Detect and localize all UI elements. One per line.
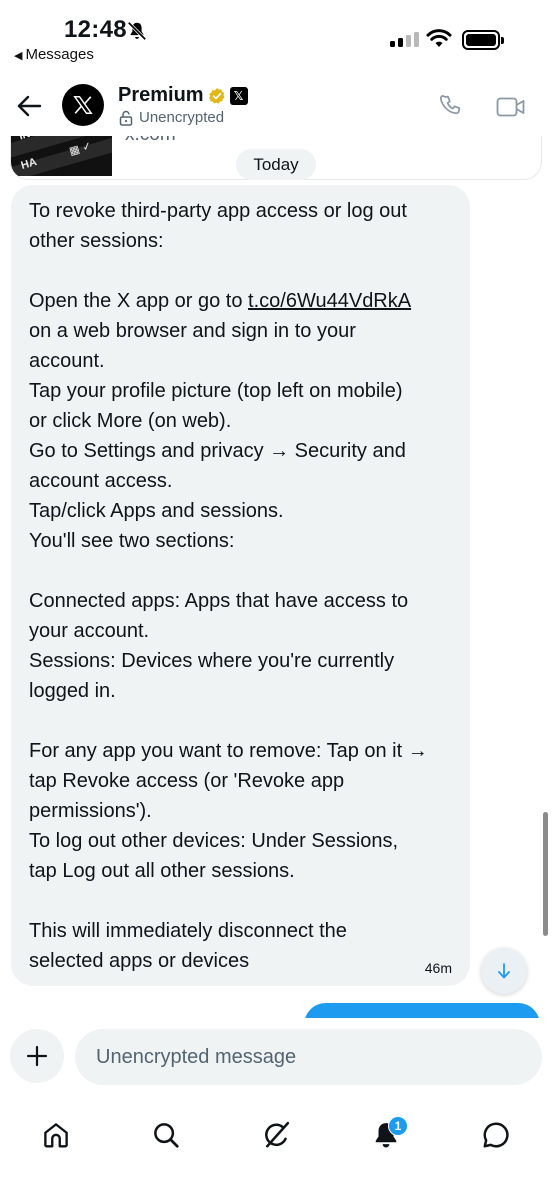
video-icon[interactable] xyxy=(496,96,526,118)
avatar[interactable] xyxy=(62,84,104,126)
encryption-label: Unencrypted xyxy=(139,109,225,126)
nav-home[interactable] xyxy=(28,1110,84,1160)
message-line: selected apps or devices xyxy=(29,950,250,972)
message-line: For any app you want to remove: Tap on i… xyxy=(29,740,428,762)
arrow-down-icon xyxy=(498,963,510,979)
signal-icon xyxy=(390,32,419,47)
grok-icon xyxy=(265,1121,290,1148)
nav-grok[interactable] xyxy=(248,1110,304,1160)
encryption-status: Unencrypted xyxy=(119,109,224,126)
scroll-to-bottom-button[interactable] xyxy=(481,948,527,994)
message-line: Tap/click Apps and sessions. xyxy=(29,500,284,522)
nav-notifications[interactable]: 1 xyxy=(358,1110,414,1160)
back-triangle-icon: ◀ xyxy=(14,50,23,62)
message-line: logged in. xyxy=(29,680,116,702)
message-line: account access. xyxy=(29,470,173,492)
message-line: Sessions: Devices where you're currently xyxy=(29,650,395,672)
bottom-navigation: 1 xyxy=(0,1100,552,1200)
messages-icon xyxy=(483,1122,509,1148)
phone-icon[interactable] xyxy=(438,94,464,120)
message-line: You'll see two sections: xyxy=(29,530,235,552)
lock-open-icon xyxy=(119,110,133,126)
message-line: Connected apps: Apps that have access to xyxy=(29,590,409,612)
back-arrow-icon[interactable] xyxy=(16,94,42,118)
wifi-icon xyxy=(426,29,452,47)
date-separator: Today xyxy=(236,149,316,180)
message-text: Open the X app or go to xyxy=(29,290,249,312)
message-line: This will immediately disconnect the xyxy=(29,920,347,942)
status-time: 12:48 xyxy=(64,16,127,43)
message-line: To revoke third-party app access or log … xyxy=(29,200,407,222)
nav-messages[interactable] xyxy=(468,1110,524,1160)
received-message-bubble[interactable]: To revoke third-party app access or log … xyxy=(11,185,470,986)
message-line: your account. xyxy=(29,620,150,642)
message-timestamp: 46m xyxy=(424,960,452,976)
status-bar: 12:48 ◀ Messages xyxy=(0,0,552,70)
message-line: Tap your profile picture (top left on mo… xyxy=(29,380,403,402)
add-attachment-button[interactable] xyxy=(10,1029,64,1083)
message-line: or click More (on web). xyxy=(29,410,232,432)
back-app-label: Messages xyxy=(25,46,94,63)
battery-icon xyxy=(462,30,504,50)
message-line-with-link: Open the X app or go to t.co/6Wu44VdRkA xyxy=(29,286,452,316)
message-line: tap Revoke access (or 'Revoke app xyxy=(29,770,345,792)
conversation-title: Premium xyxy=(118,84,204,106)
home-icon xyxy=(44,1123,68,1148)
plus-icon xyxy=(26,1045,48,1067)
scrollbar[interactable] xyxy=(543,812,548,936)
bell-off-icon xyxy=(127,21,147,41)
message-composer xyxy=(0,1018,552,1100)
message-link[interactable]: t.co/6Wu44VdRkA xyxy=(248,290,411,312)
message-line: permissions'). xyxy=(29,800,152,822)
verified-badge-icon xyxy=(208,87,225,104)
conversation-header: Premium 𝕏 Unencrypted xyxy=(0,70,552,136)
message-line: on a web browser and sign in to your xyxy=(29,320,356,342)
notification-count-badge: 1 xyxy=(388,1116,408,1136)
x-logo-icon xyxy=(73,96,93,114)
x-affiliate-badge-icon: 𝕏 xyxy=(229,86,248,105)
conversation-title-row[interactable]: Premium 𝕏 xyxy=(118,84,248,107)
back-to-app-link[interactable]: ◀ Messages xyxy=(14,46,94,63)
message-line: tap Log out all other sessions. xyxy=(29,860,295,882)
message-input[interactable] xyxy=(75,1029,542,1085)
search-icon xyxy=(154,1123,179,1148)
message-line: Go to Settings and privacy → Security an… xyxy=(29,440,406,462)
message-line: To log out other devices: Under Sessions… xyxy=(29,830,399,852)
message-line: account. xyxy=(29,350,105,372)
message-line: other sessions: xyxy=(29,230,164,252)
nav-search[interactable] xyxy=(138,1110,194,1160)
